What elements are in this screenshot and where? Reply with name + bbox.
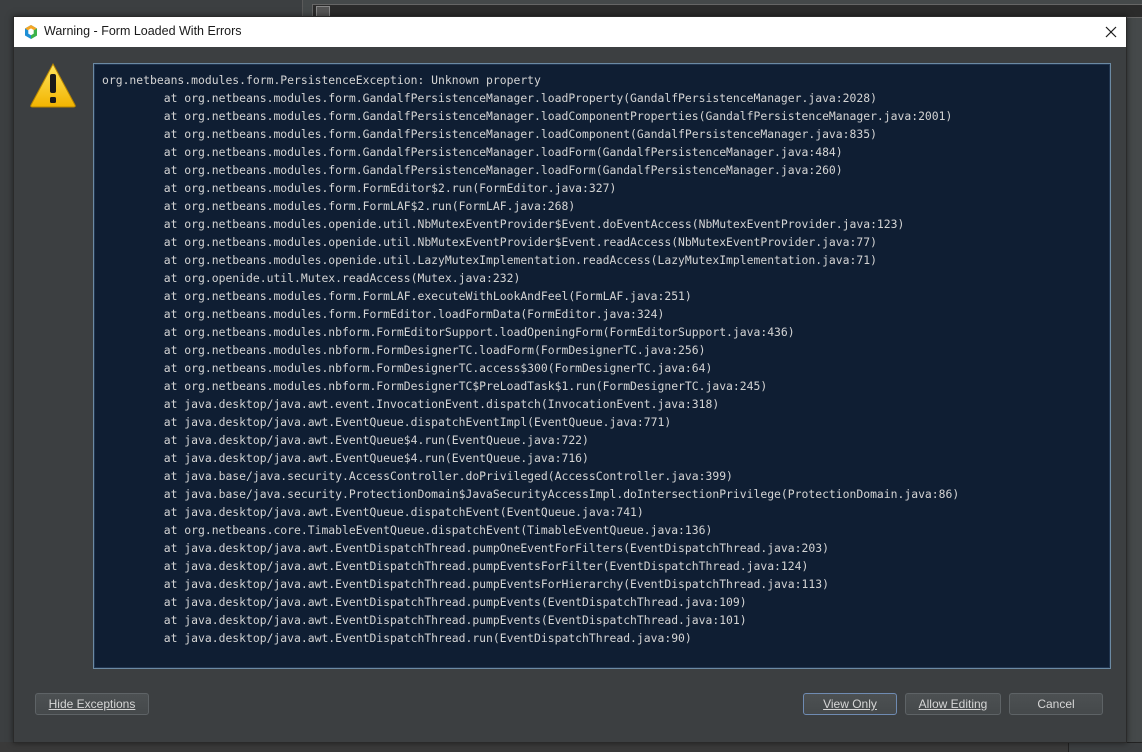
close-icon bbox=[1105, 26, 1117, 38]
view-only-button[interactable]: View Only bbox=[803, 693, 897, 715]
stack-trace-text: org.netbeans.modules.form.PersistenceExc… bbox=[102, 73, 960, 645]
hide-exceptions-button[interactable]: Hide Exceptions bbox=[35, 693, 149, 715]
background-status-strip bbox=[0, 742, 1142, 751]
dialog-titlebar[interactable]: Warning - Form Loaded With Errors bbox=[14, 17, 1126, 47]
warning-dialog: Warning - Form Loaded With Errors org.ne… bbox=[13, 16, 1127, 743]
allow-editing-button[interactable]: Allow Editing bbox=[905, 693, 1001, 715]
cancel-button[interactable]: Cancel bbox=[1009, 693, 1103, 715]
close-button[interactable] bbox=[1096, 17, 1126, 47]
dialog-title: Warning - Form Loaded With Errors bbox=[44, 24, 242, 38]
netbeans-logo-icon bbox=[23, 24, 39, 40]
exception-stack-trace[interactable]: org.netbeans.modules.form.PersistenceExc… bbox=[93, 63, 1111, 669]
warning-icon bbox=[29, 62, 77, 108]
